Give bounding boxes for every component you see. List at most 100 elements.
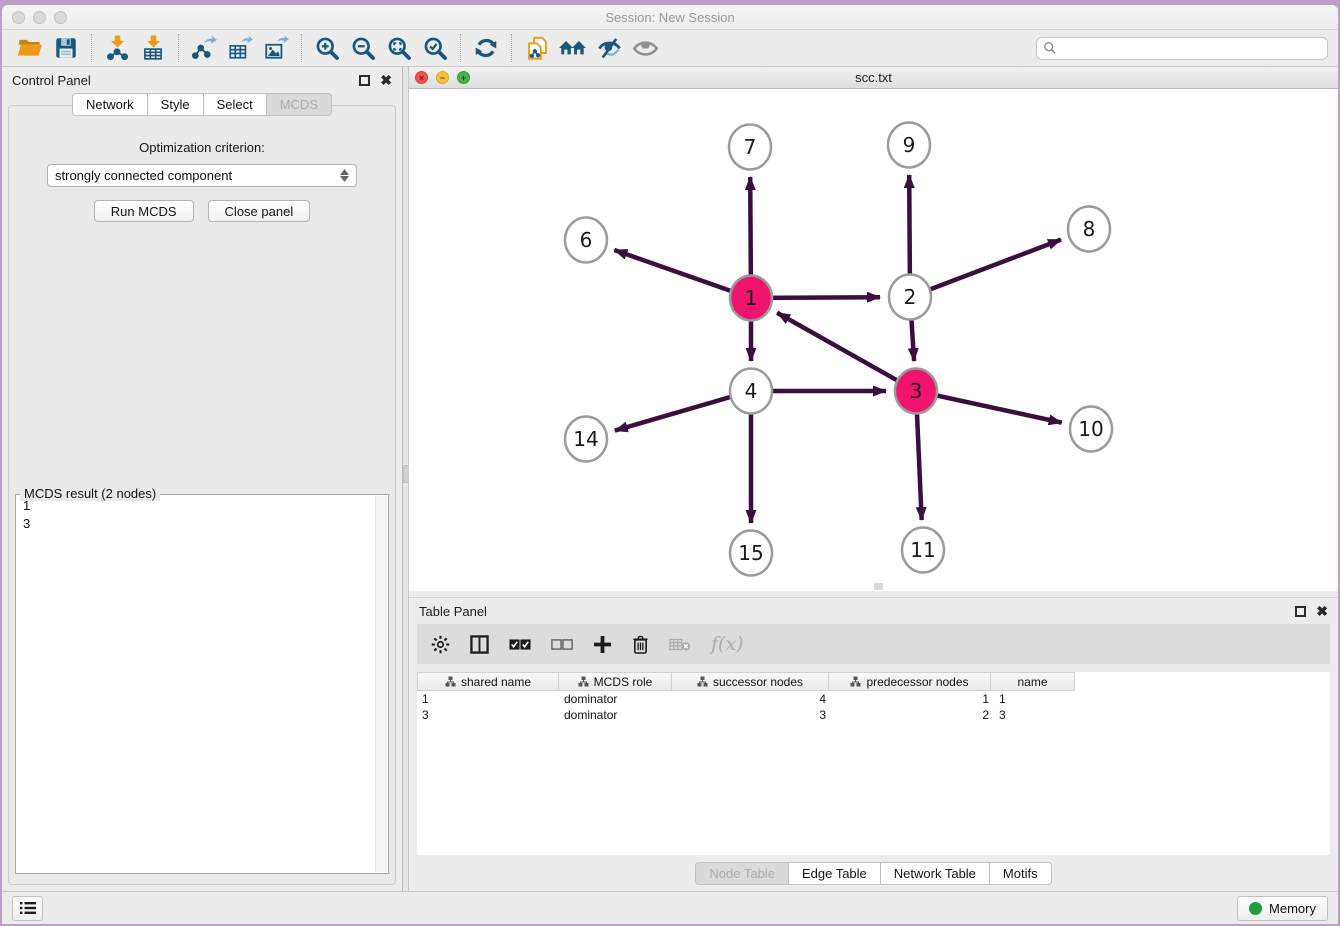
table-cell[interactable]: 1 — [994, 692, 1079, 706]
table-cell[interactable]: 3 — [673, 708, 831, 722]
show-columns-button[interactable] — [470, 635, 489, 654]
column-header-mcds-role[interactable]: MCDS role — [558, 672, 672, 691]
table-cell[interactable]: 3 — [994, 708, 1079, 722]
tab-select[interactable]: Select — [203, 93, 266, 116]
apply-layout-button[interactable] — [468, 33, 504, 63]
tab-style[interactable]: Style — [147, 93, 203, 116]
status-bar: Memory — [2, 891, 1338, 924]
panel-splitter[interactable] — [402, 67, 409, 891]
column-type-icon — [578, 676, 589, 687]
float-table-panel-icon[interactable] — [1295, 606, 1306, 617]
hide-details-button[interactable] — [591, 33, 627, 63]
tab-network-table[interactable]: Network Table — [880, 862, 989, 885]
export-network-button[interactable] — [186, 33, 222, 63]
list-icon — [20, 901, 36, 915]
tab-mcds[interactable]: MCDS — [266, 93, 332, 116]
graph-edge-3-10[interactable] — [916, 391, 1062, 423]
network-canvas[interactable]: 7968124314101511 — [409, 89, 1338, 591]
graph-node-label: 2 — [904, 285, 917, 309]
export-image-button[interactable] — [258, 33, 294, 63]
criterion-select[interactable]: strongly connected component — [47, 164, 357, 187]
memory-button[interactable]: Memory — [1237, 896, 1328, 921]
clone-network-button[interactable] — [519, 33, 555, 63]
open-session-button[interactable] — [12, 33, 48, 63]
table-row[interactable]: 1dominator411 — [417, 691, 1330, 707]
zoom-out-button[interactable] — [345, 33, 381, 63]
memory-label: Memory — [1269, 901, 1316, 916]
run-mcds-button[interactable]: Run MCDS — [94, 200, 194, 222]
tab-motifs[interactable]: Motifs — [989, 862, 1052, 885]
close-panel-button[interactable]: Close panel — [208, 200, 311, 222]
column-header-successor-nodes[interactable]: successor nodes — [671, 672, 829, 691]
import-table-button[interactable] — [135, 33, 171, 63]
graph-edge-3-1[interactable] — [777, 313, 916, 391]
table-options-button[interactable] — [431, 635, 450, 654]
export-image-icon — [263, 35, 289, 61]
table-tabs-bar: Node TableEdge TableNetwork TableMotifs — [409, 855, 1338, 891]
graph-node-label: 14 — [573, 427, 598, 451]
table-row[interactable]: 3dominator323 — [417, 707, 1330, 723]
save-icon — [53, 35, 79, 61]
delete-row-button[interactable] — [632, 635, 649, 654]
export-table-button[interactable] — [222, 33, 258, 63]
table-panel-header: Table Panel ✖ — [409, 598, 1338, 624]
column-type-icon — [445, 676, 456, 687]
table-cell[interactable]: 1 — [831, 692, 994, 706]
tab-network[interactable]: Network — [72, 93, 147, 116]
column-type-icon — [697, 676, 708, 687]
network-window-title: scc.txt — [409, 70, 1338, 85]
table-cell[interactable]: 3 — [417, 708, 559, 722]
table-cell[interactable]: 2 — [831, 708, 994, 722]
tab-node-table[interactable]: Node Table — [695, 862, 788, 885]
home-icon — [558, 35, 588, 61]
plus-icon — [593, 635, 612, 654]
control-panel-header: Control Panel ✖ — [2, 67, 402, 93]
main-toolbar — [2, 30, 1338, 67]
zoom-fit-button[interactable] — [381, 33, 417, 63]
columns-icon — [470, 635, 489, 654]
table-cell[interactable]: 4 — [673, 692, 831, 706]
delete-table-button[interactable] — [669, 637, 691, 652]
add-row-button[interactable] — [593, 635, 612, 654]
fx-icon: f(x) — [711, 633, 744, 655]
zoom-selected-button[interactable] — [417, 33, 453, 63]
tab-edge-table[interactable]: Edge Table — [788, 862, 880, 885]
graph-node-label: 9 — [903, 133, 916, 157]
search-input[interactable] — [1057, 41, 1321, 55]
table-cell[interactable]: dominator — [559, 708, 673, 722]
export-table-icon — [227, 35, 253, 61]
deselect-all-button[interactable] — [551, 638, 573, 651]
table-cell[interactable]: dominator — [559, 692, 673, 706]
close-table-panel-icon[interactable]: ✖ — [1316, 606, 1328, 617]
table-panel-title: Table Panel — [419, 604, 487, 619]
column-header-predecessor-nodes[interactable]: predecessor nodes — [828, 672, 991, 691]
close-panel-icon[interactable]: ✖ — [380, 75, 392, 86]
column-header-name[interactable]: name — [990, 672, 1075, 691]
home-button[interactable] — [555, 33, 591, 63]
gear-icon — [431, 635, 450, 654]
float-panel-icon[interactable] — [359, 75, 370, 86]
show-details-button[interactable] — [627, 33, 663, 63]
task-history-button[interactable] — [12, 896, 43, 921]
network-window-titlebar: scc.txt × − + — [409, 67, 1338, 89]
node-table: shared name MCDS rolesuccessor nodesprede… — [417, 672, 1330, 855]
function-builder-button[interactable]: f(x) — [711, 633, 744, 655]
column-header-shared-name[interactable]: shared name — [417, 672, 559, 691]
h-scroll-grip[interactable] — [874, 583, 883, 590]
graph-edge-2-8[interactable] — [910, 240, 1061, 297]
table-cell[interactable]: 1 — [417, 692, 559, 706]
desktop-frame: Session: New Session — [0, 0, 1340, 926]
column-header-label: shared name — [461, 675, 531, 689]
network-graph: 7968124314101511 — [409, 89, 1338, 591]
column-header-label: name — [1017, 675, 1047, 689]
zoom-in-button[interactable] — [309, 33, 345, 63]
control-panel-tabbar: NetworkStyleSelectMCDS — [2, 93, 402, 116]
scrollbar[interactable] — [375, 496, 387, 872]
mcds-result-box[interactable]: MCDS result (2 nodes) 13 — [15, 494, 389, 874]
memory-status-icon — [1249, 902, 1262, 915]
graph-node-label: 10 — [1078, 417, 1103, 441]
select-all-button[interactable] — [509, 638, 531, 651]
right-column: scc.txt × − + 7 — [409, 67, 1338, 891]
save-session-button[interactable] — [48, 33, 84, 63]
import-network-button[interactable] — [99, 33, 135, 63]
